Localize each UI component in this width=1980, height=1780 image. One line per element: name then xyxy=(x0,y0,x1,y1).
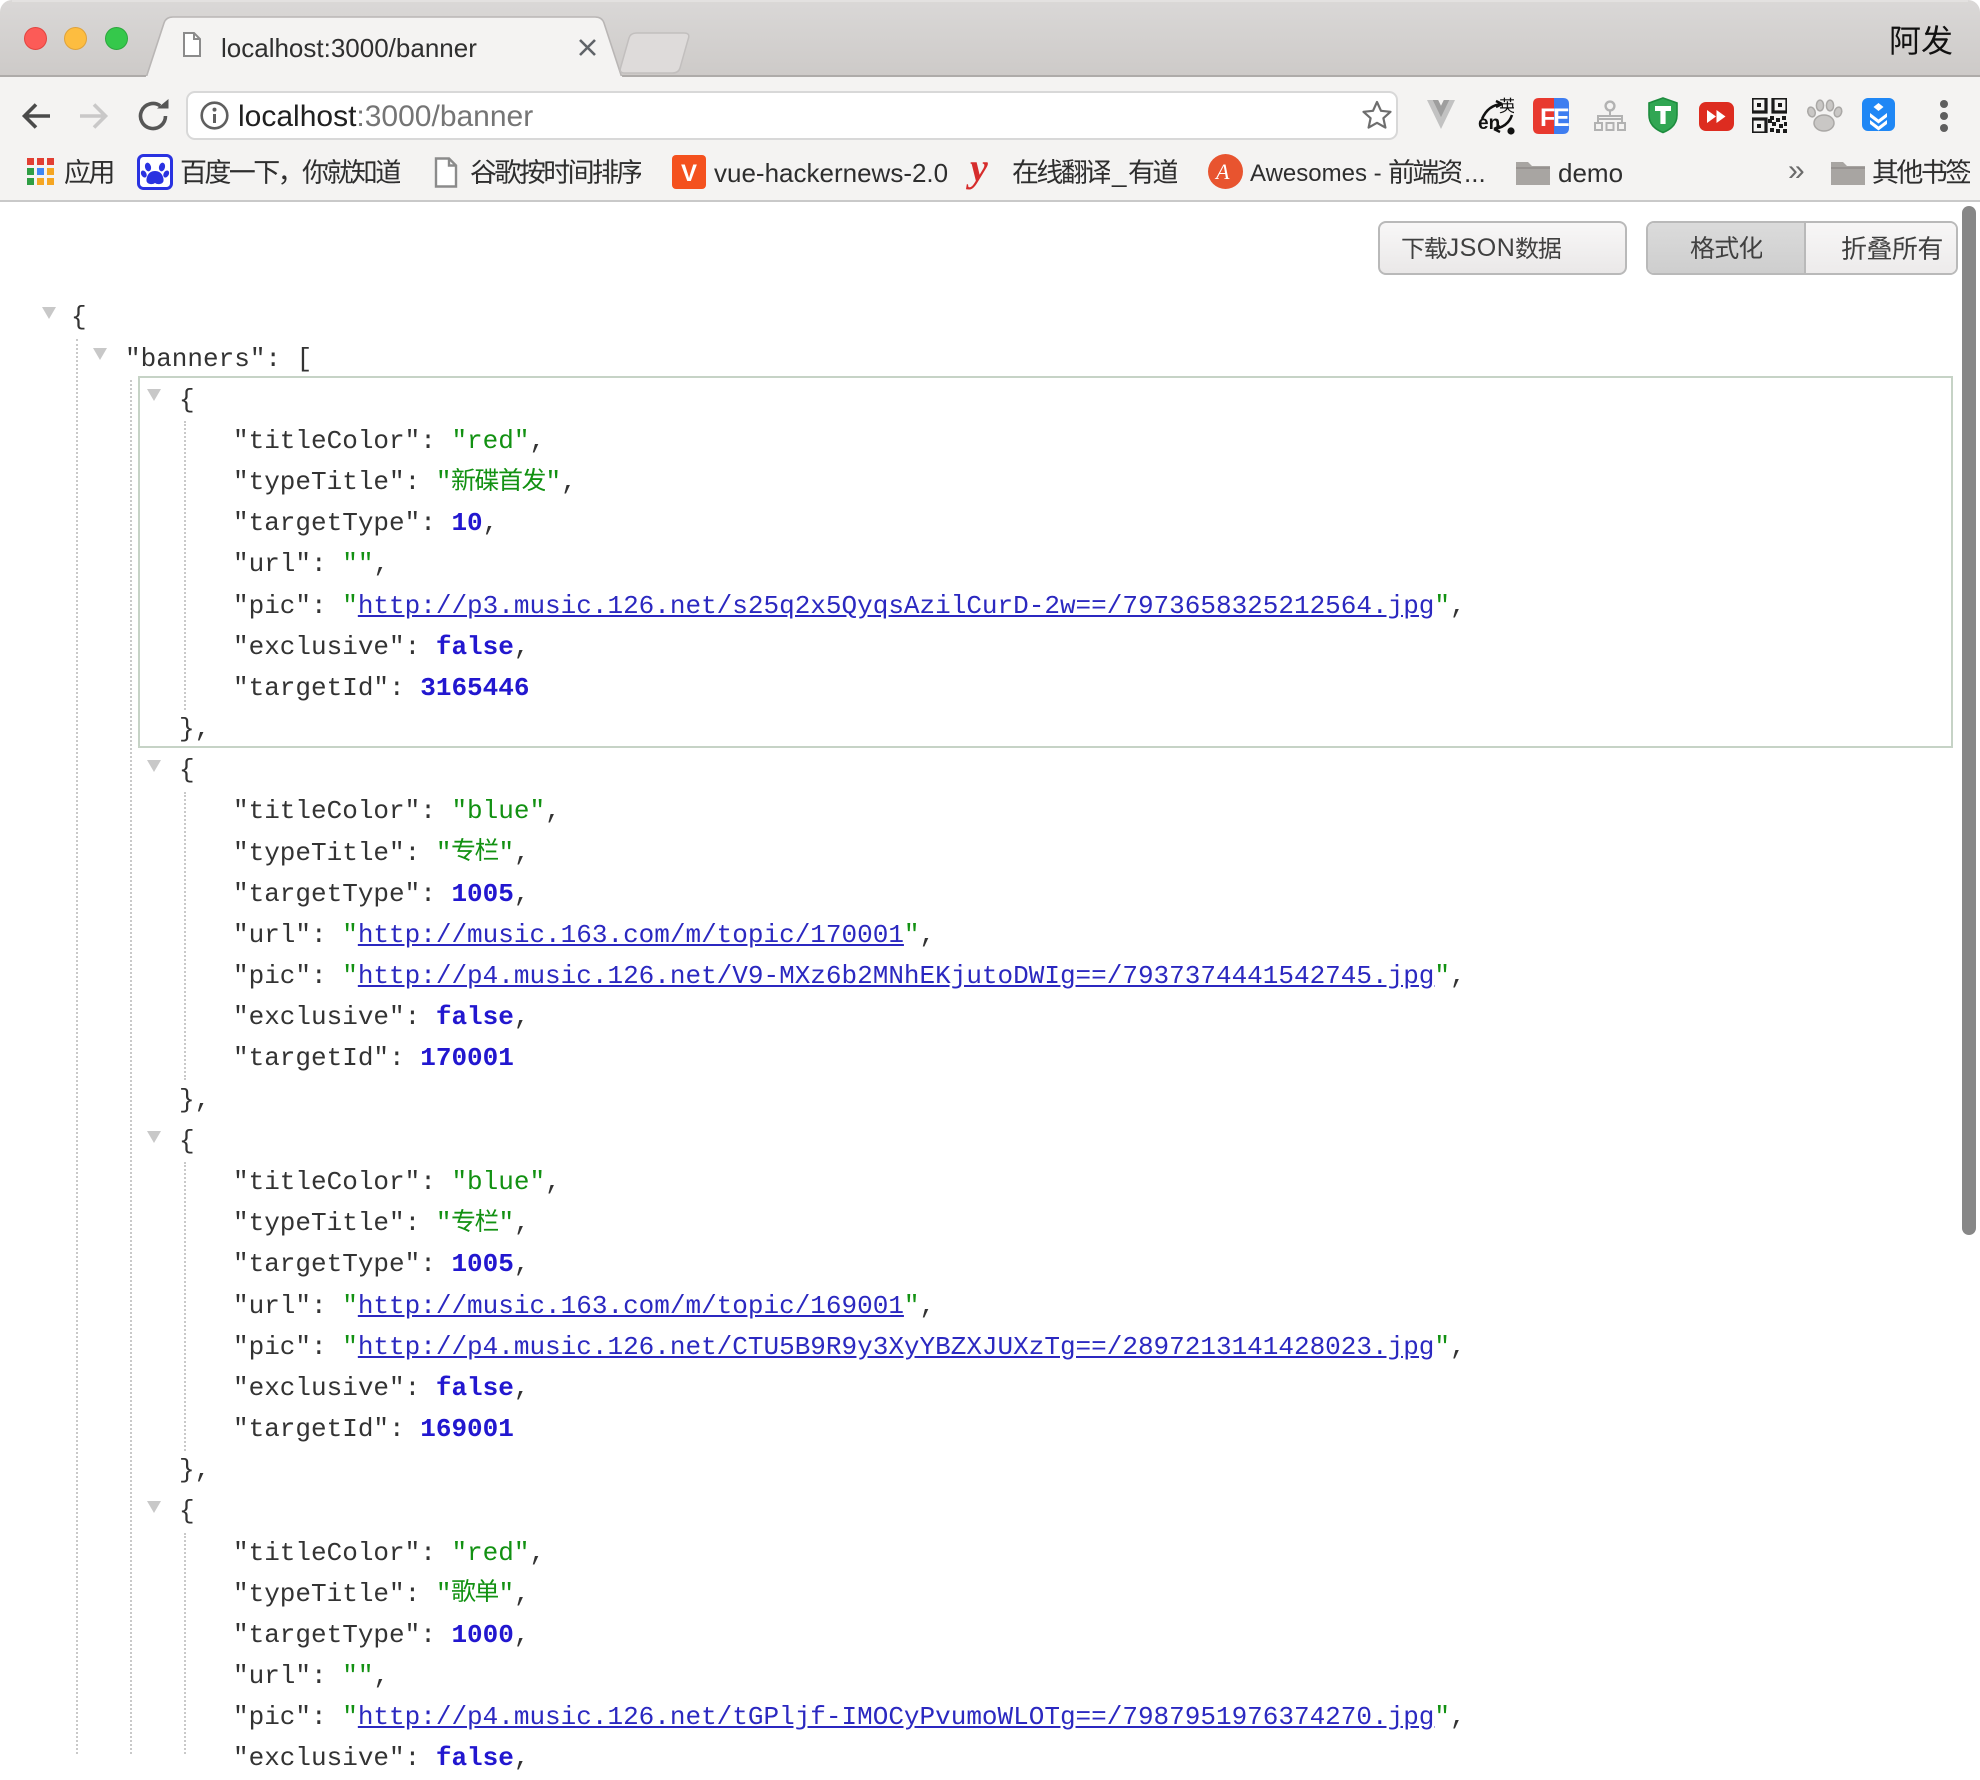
svg-text:E: E xyxy=(1553,104,1569,132)
svg-text:A: A xyxy=(1214,159,1230,184)
svg-text:V: V xyxy=(681,160,697,187)
